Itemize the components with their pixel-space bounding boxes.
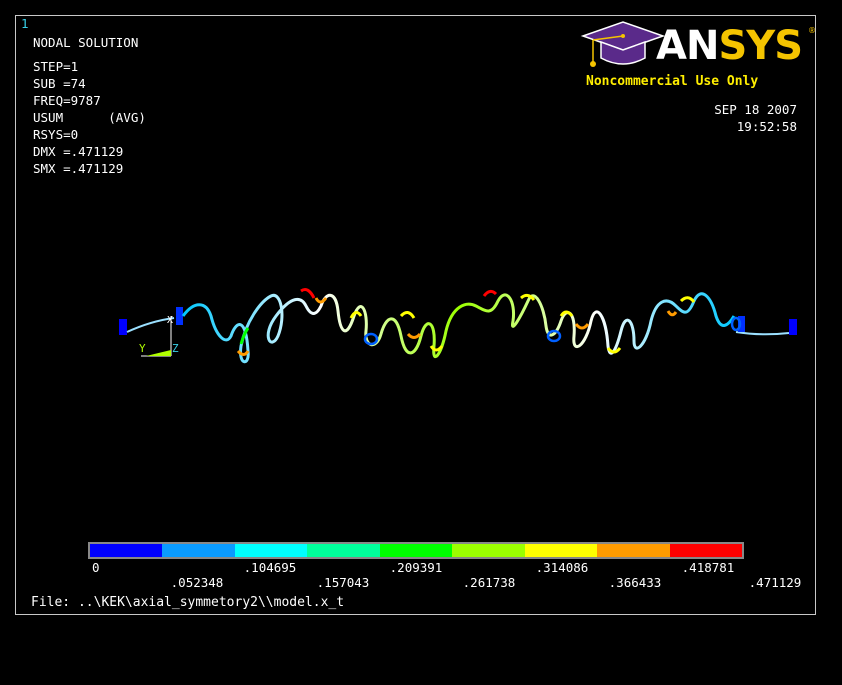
- legend-swatch: [307, 544, 380, 557]
- triad-y-label: Y: [139, 342, 146, 355]
- legend-swatch: [669, 544, 742, 557]
- legend-label: .261738: [462, 575, 516, 590]
- graphics-viewport[interactable]: 1 NODAL SOLUTION STEP=1 SUB =74 FREQ=978…: [15, 15, 816, 615]
- legend-label: .157043: [316, 575, 370, 590]
- legend-label: .209391: [389, 560, 443, 575]
- legend-label: .471129: [748, 575, 802, 590]
- right-end-block: [735, 316, 797, 336]
- contour-legend: [88, 542, 744, 559]
- file-path: File: ..\KEK\axial_symmetory2\\model.x_t: [31, 595, 345, 610]
- legend-swatch: [379, 544, 453, 557]
- legend-swatch: [234, 544, 308, 557]
- legend-label: .366433: [608, 575, 662, 590]
- legend-swatch: [524, 544, 598, 557]
- legend-label: .104695: [243, 560, 297, 575]
- legend-label: 0: [92, 560, 100, 575]
- coil-structure: [181, 292, 736, 364]
- legend-label: .052348: [170, 575, 224, 590]
- legend-swatch: [452, 544, 525, 557]
- legend-swatch: [90, 544, 163, 557]
- left-end-block: [119, 307, 183, 335]
- legend-label: .314086: [535, 560, 589, 575]
- triad-x-label: X: [167, 315, 173, 326]
- legend-label: .418781: [681, 560, 735, 575]
- model-plot[interactable]: Y Z X: [16, 16, 817, 616]
- legend-swatch: [162, 544, 235, 557]
- legend-swatch: [597, 544, 670, 557]
- triad-z-label: Z: [172, 342, 179, 355]
